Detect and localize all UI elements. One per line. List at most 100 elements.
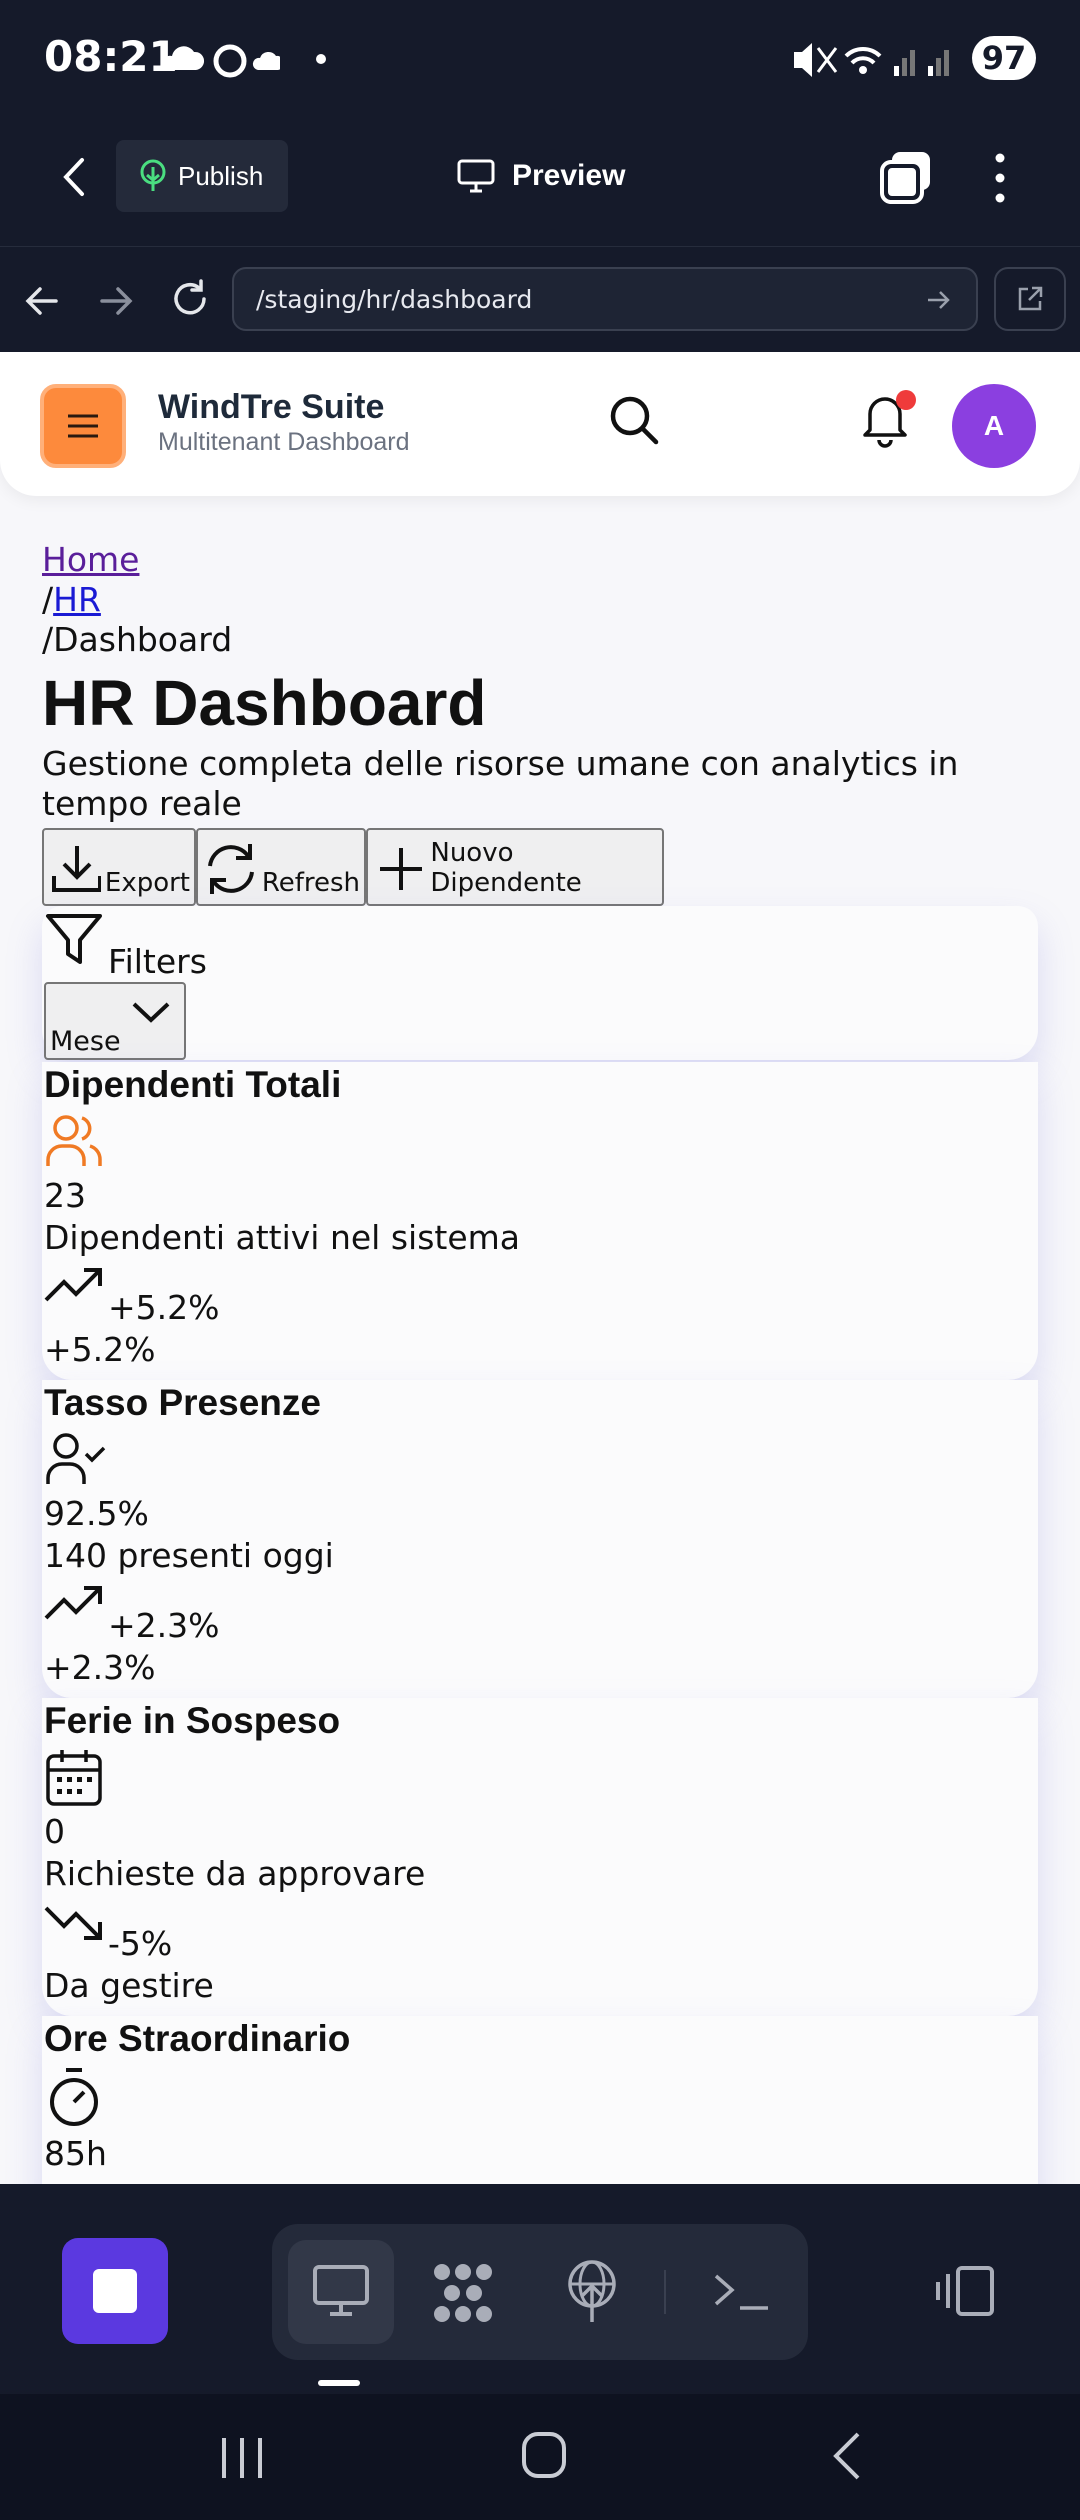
stop-button[interactable] bbox=[62, 2238, 168, 2344]
kpi-value: 85h bbox=[44, 2134, 107, 2173]
user-check-icon bbox=[46, 1433, 106, 1484]
stop-icon bbox=[93, 2269, 137, 2313]
kpi-title: Tasso Presenze bbox=[44, 1382, 321, 1423]
terminal-icon[interactable] bbox=[712, 2270, 772, 2314]
page-title: HR Dashboard bbox=[42, 667, 487, 739]
view-tab-deploy-icon[interactable] bbox=[566, 2258, 618, 2324]
breadcrumb-home[interactable]: Home bbox=[42, 540, 139, 579]
recent-apps-icon[interactable] bbox=[216, 2434, 270, 2482]
status-bar: 08:21 97 bbox=[0, 0, 1080, 120]
breadcrumb-current: /Dashboard bbox=[42, 620, 233, 659]
url-input[interactable]: /staging/hr/dashboard bbox=[232, 267, 978, 331]
page-description: Gestione completa delle risorse umane co… bbox=[42, 744, 959, 823]
system-nav-bar bbox=[0, 2394, 1080, 2520]
view-tab-preview[interactable] bbox=[288, 2240, 394, 2344]
external-link-icon bbox=[1018, 286, 1043, 311]
status-time: 08:21 bbox=[44, 32, 178, 81]
brand-subtitle: Multitenant Dashboard bbox=[158, 428, 410, 456]
export-label: Export bbox=[104, 868, 190, 898]
calendar-icon bbox=[46, 1750, 102, 1806]
device-toggle-icon[interactable] bbox=[932, 2264, 998, 2318]
view-tab-components-icon[interactable] bbox=[430, 2262, 496, 2324]
home-icon[interactable] bbox=[520, 2430, 570, 2482]
tree-icon bbox=[140, 159, 166, 191]
signal-icons bbox=[794, 43, 949, 77]
new-employee-button[interactable]: Nuovo Dipendente bbox=[366, 828, 664, 906]
weather-icons bbox=[162, 44, 280, 78]
chevron-down-icon bbox=[132, 1002, 170, 1023]
period-select-value: Mese bbox=[50, 1026, 121, 1057]
refresh-label: Refresh bbox=[261, 868, 360, 898]
menu-button[interactable] bbox=[40, 384, 126, 468]
avatar[interactable]: A bbox=[952, 384, 1036, 468]
download-icon bbox=[52, 846, 101, 892]
timer-icon bbox=[50, 2068, 98, 2126]
search-icon[interactable] bbox=[606, 392, 662, 448]
divider bbox=[664, 2270, 666, 2314]
bottom-toolbar bbox=[0, 2184, 1080, 2394]
view-switcher bbox=[272, 2224, 808, 2360]
reload-icon[interactable] bbox=[168, 277, 212, 321]
battery-indicator: 97 bbox=[972, 36, 1036, 80]
browser-forward-icon[interactable] bbox=[96, 281, 136, 321]
notification-badge bbox=[896, 390, 916, 410]
export-button[interactable]: Export bbox=[42, 828, 196, 906]
kpi-trend: -5% bbox=[108, 1924, 173, 1963]
kpi-description: Dipendenti attivi nel sistema bbox=[44, 1218, 521, 1257]
breadcrumb-separator: / bbox=[42, 580, 54, 619]
filters-card: Filters Mese bbox=[42, 906, 1038, 1060]
monitor-icon bbox=[457, 159, 495, 193]
refresh-icon bbox=[208, 844, 254, 894]
browser-back-icon[interactable] bbox=[22, 281, 62, 321]
monitor-icon bbox=[313, 2265, 369, 2316]
kpi-value: 92.5% bbox=[44, 1494, 149, 1533]
kpi-description: 140 presenti oggi bbox=[44, 1536, 334, 1575]
go-icon[interactable] bbox=[924, 285, 954, 315]
brand-title: WindTre Suite bbox=[158, 388, 385, 426]
trending-up-icon bbox=[44, 1586, 102, 1620]
period-select[interactable]: Mese bbox=[44, 982, 186, 1060]
breadcrumb-hr-link[interactable]: HR bbox=[53, 580, 101, 619]
breadcrumb-hr: /HR bbox=[42, 580, 101, 619]
publish-button[interactable]: Publish bbox=[116, 140, 288, 212]
home-indicator bbox=[318, 2380, 360, 2386]
kpi-title: Dipendenti Totali bbox=[44, 1064, 342, 1105]
system-back-icon[interactable] bbox=[828, 2430, 868, 2482]
kpi-card-overtime: Ore Straordinario 85h bbox=[42, 2016, 1038, 2184]
kpi-card-employees: Dipendenti Totali 23 Dipendenti attivi n… bbox=[42, 1062, 1038, 1380]
app-header: WindTre Suite Multitenant Dashboard A bbox=[0, 352, 1080, 496]
refresh-button[interactable]: Refresh bbox=[196, 828, 366, 906]
editor-toolbar: Publish Preview bbox=[0, 120, 1080, 246]
trending-down-icon bbox=[44, 1906, 102, 1940]
dot-icon bbox=[316, 54, 326, 64]
hamburger-icon bbox=[68, 414, 98, 438]
tabs-icon[interactable] bbox=[876, 148, 936, 208]
url-text: /staging/hr/dashboard bbox=[256, 284, 533, 314]
filters-label: Filters bbox=[108, 942, 207, 981]
more-icon[interactable] bbox=[988, 150, 1012, 206]
publish-label: Publish bbox=[178, 160, 264, 191]
kpi-title: Ore Straordinario bbox=[44, 2018, 351, 2059]
kpi-trend: +2.3% bbox=[108, 1606, 220, 1645]
new-employee-label: Nuovo Dipendente bbox=[430, 838, 582, 898]
web-viewport: WindTre Suite Multitenant Dashboard A Ho… bbox=[0, 352, 1080, 2184]
browser-url-bar: /staging/hr/dashboard bbox=[0, 246, 1080, 352]
back-icon[interactable] bbox=[56, 154, 92, 200]
preview-label: Preview bbox=[512, 159, 626, 192]
kpi-footer: Da gestire bbox=[44, 1966, 214, 2005]
kpi-card-leave: Ferie in Sospeso 0 Richieste da approvar… bbox=[42, 1698, 1038, 2016]
trending-up-icon bbox=[44, 1268, 102, 1302]
plus-icon bbox=[380, 848, 422, 890]
open-external-button[interactable] bbox=[994, 267, 1066, 331]
filter-icon bbox=[46, 914, 102, 964]
kpi-footer: +2.3% bbox=[44, 1648, 156, 1687]
kpi-footer: +5.2% bbox=[44, 1330, 156, 1369]
kpi-trend: +5.2% bbox=[108, 1288, 220, 1327]
users-icon bbox=[46, 1115, 102, 1166]
kpi-title: Ferie in Sospeso bbox=[44, 1700, 341, 1741]
kpi-value: 23 bbox=[44, 1176, 86, 1215]
preview-button[interactable]: Preview bbox=[456, 156, 625, 196]
kpi-description: Richieste da approvare bbox=[44, 1854, 426, 1893]
kpi-card-attendance: Tasso Presenze 92.5% 140 presenti oggi +… bbox=[42, 1380, 1038, 1698]
breadcrumb-home-link[interactable]: Home bbox=[42, 540, 139, 579]
